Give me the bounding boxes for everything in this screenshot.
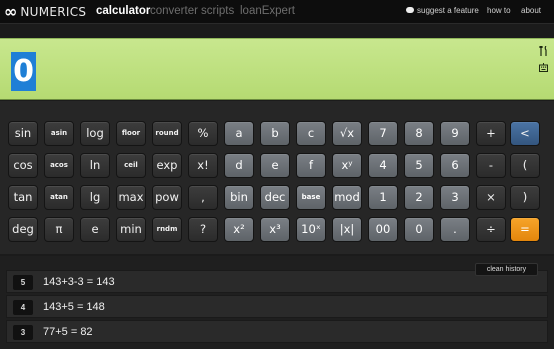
key-0-8[interactable]: c — [296, 121, 326, 146]
key-2-13[interactable]: × — [476, 185, 506, 210]
key-1-9[interactable]: xʸ — [332, 153, 362, 178]
key-1-5[interactable]: x! — [188, 153, 218, 178]
key-2-5[interactable]: , — [188, 185, 218, 210]
speech-bubble-icon — [406, 6, 414, 13]
key-2-3[interactable]: max — [116, 185, 146, 210]
history-expression: 143+3-3 = 143 — [43, 276, 115, 288]
calculator-display: 0 — [0, 38, 554, 100]
key-2-1[interactable]: atan — [44, 185, 74, 210]
key-3-2[interactable]: e — [80, 217, 110, 242]
key-0-10[interactable]: 7 — [368, 121, 398, 146]
history-item[interactable]: 4 143+5 = 148 — [6, 295, 548, 318]
key-0-0[interactable]: sin — [8, 121, 38, 146]
key-1-7[interactable]: e — [260, 153, 290, 178]
app-logo[interactable]: ∞ NUMERICS — [4, 3, 86, 21]
key-1-0[interactable]: cos — [8, 153, 38, 178]
key-2-11[interactable]: 2 — [404, 185, 434, 210]
key-0-14[interactable]: < — [510, 121, 540, 146]
key-2-0[interactable]: tan — [8, 185, 38, 210]
key-3-14[interactable]: = — [510, 217, 540, 242]
history-item[interactable]: 5 143+3-3 = 143 — [6, 270, 548, 293]
keyboard-icon[interactable] — [538, 63, 548, 73]
infinity-icon: ∞ — [4, 2, 18, 21]
key-3-9[interactable]: |x| — [332, 217, 362, 242]
top-navigation-bar: ∞ NUMERICS calculator converter scripts … — [0, 0, 554, 24]
key-0-11[interactable]: 8 — [404, 121, 434, 146]
key-3-3[interactable]: min — [116, 217, 146, 242]
key-0-13[interactable]: + — [476, 121, 506, 146]
key-0-3[interactable]: floor — [116, 121, 146, 146]
key-3-11[interactable]: 0 — [404, 217, 434, 242]
key-1-14[interactable]: ( — [510, 153, 540, 178]
key-3-4[interactable]: rndm — [152, 217, 182, 242]
tab-loanexpert[interactable]: loanExpert — [240, 4, 295, 18]
key-3-13[interactable]: ÷ — [476, 217, 506, 242]
key-0-9[interactable]: √x — [332, 121, 362, 146]
tab-scripts[interactable]: scripts — [201, 4, 234, 18]
key-1-2[interactable]: ln — [80, 153, 110, 178]
display-value[interactable]: 0 — [11, 52, 36, 91]
key-2-7[interactable]: dec — [260, 185, 290, 210]
key-3-7[interactable]: x³ — [260, 217, 290, 242]
key-1-13[interactable]: - — [476, 153, 506, 178]
key-1-12[interactable]: 6 — [440, 153, 470, 178]
key-0-2[interactable]: log — [80, 121, 110, 146]
history-expression: 143+5 = 148 — [43, 301, 105, 313]
tab-calculator[interactable]: calculator — [96, 4, 150, 18]
key-2-2[interactable]: lg — [80, 185, 110, 210]
about-link[interactable]: about — [521, 6, 541, 16]
keypad: sin asin log floor round% a b c √x 7 8 9 + < cos acos ln… — [0, 101, 554, 254]
key-2-12[interactable]: 3 — [440, 185, 470, 210]
key-0-12[interactable]: 9 — [440, 121, 470, 146]
key-1-3[interactable]: ceil — [116, 153, 146, 178]
key-3-1[interactable]: π — [44, 217, 74, 242]
key-2-8[interactable]: base — [296, 185, 326, 210]
key-1-6[interactable]: d — [224, 153, 254, 178]
key-2-14[interactable]: ) — [510, 185, 540, 210]
key-1-10[interactable]: 4 — [368, 153, 398, 178]
key-1-1[interactable]: acos — [44, 153, 74, 178]
key-2-6[interactable]: bin — [224, 185, 254, 210]
key-0-7[interactable]: b — [260, 121, 290, 146]
suggest-feature-label: suggest a feature — [417, 6, 479, 15]
key-1-11[interactable]: 5 — [404, 153, 434, 178]
key-2-10[interactable]: 1 — [368, 185, 398, 210]
how-to-link[interactable]: how to — [487, 6, 511, 16]
history-panel: 5 143+3-3 = 143 4 143+5 = 148 3 77+5 = 8… — [0, 256, 554, 349]
key-3-0[interactable]: deg — [8, 217, 38, 242]
key-1-4[interactable]: exp — [152, 153, 182, 178]
key-1-8[interactable]: f — [296, 153, 326, 178]
key-2-9[interactable]: mod — [332, 185, 362, 210]
key-0-6[interactable]: a — [224, 121, 254, 146]
app-name: NUMERICS — [20, 5, 87, 19]
tab-converter[interactable]: converter — [150, 4, 198, 18]
clean-history-button[interactable]: clean history — [475, 263, 538, 276]
key-0-1[interactable]: asin — [44, 121, 74, 146]
key-0-4[interactable]: round — [152, 121, 182, 146]
tools-icon[interactable] — [538, 45, 548, 56]
history-index: 5 — [13, 275, 33, 290]
key-3-5[interactable]: ? — [188, 217, 218, 242]
key-3-10[interactable]: 00 — [368, 217, 398, 242]
key-2-4[interactable]: pow — [152, 185, 182, 210]
suggest-feature-link[interactable]: suggest a feature — [406, 6, 479, 16]
key-3-12[interactable]: . — [440, 217, 470, 242]
key-3-8[interactable]: 10ˣ — [296, 217, 326, 242]
history-expression: 77+5 = 82 — [43, 326, 93, 338]
history-index: 3 — [13, 325, 33, 340]
key-3-6[interactable]: x² — [224, 217, 254, 242]
history-index: 4 — [13, 300, 33, 315]
key-0-5[interactable]: % — [188, 121, 218, 146]
history-item[interactable]: 3 77+5 = 82 — [6, 320, 548, 343]
